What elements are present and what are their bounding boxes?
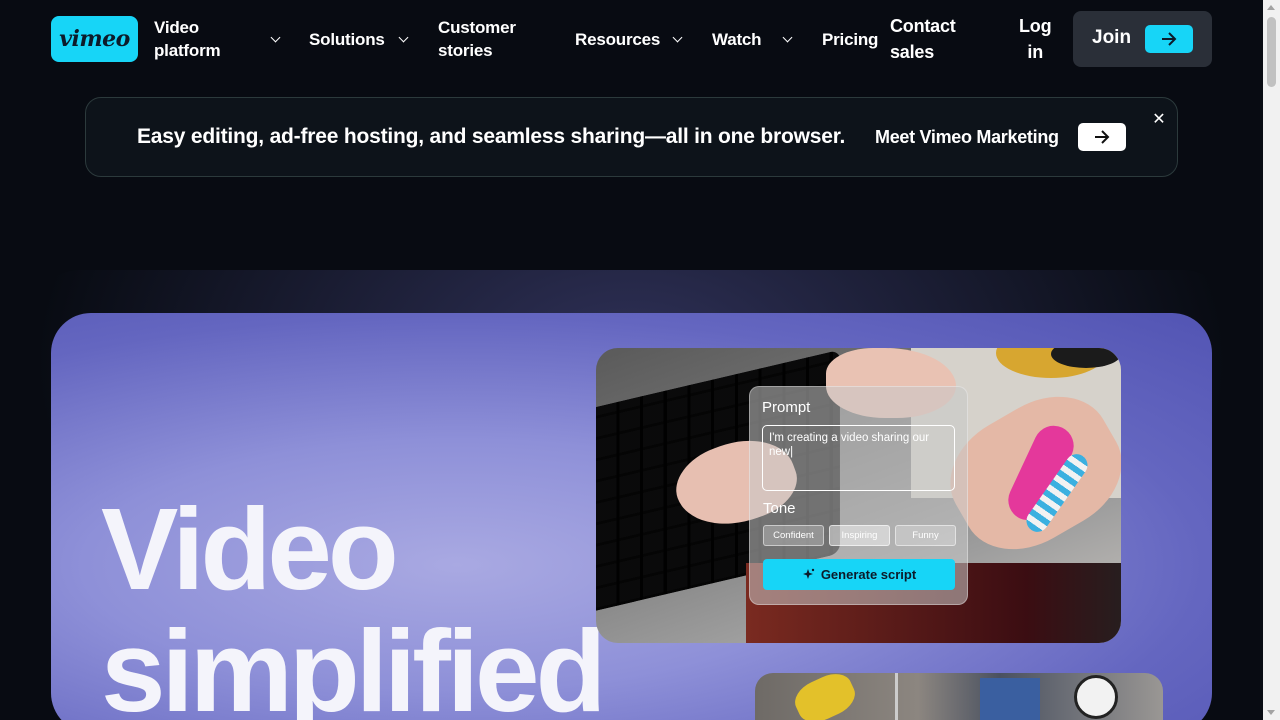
prompt-card: Prompt I'm creating a video sharing our … bbox=[749, 386, 968, 605]
banner-message: Easy editing, ad-free hosting, and seaml… bbox=[137, 125, 846, 148]
wire-rack bbox=[895, 673, 898, 720]
nav-watch[interactable]: Watch bbox=[712, 14, 762, 64]
nav-pricing-label: Pricing bbox=[822, 29, 879, 49]
hero-title-line1: Video bbox=[101, 484, 399, 614]
chevron-down-icon[interactable] bbox=[782, 32, 793, 43]
wall-clock bbox=[1074, 675, 1118, 719]
hero-section: Video simplified Prompt I'm creating a v… bbox=[51, 313, 1212, 720]
nav-contact-sales[interactable]: Contact sales bbox=[890, 14, 956, 64]
chevron-down-icon[interactable] bbox=[270, 32, 281, 43]
hero-photo-keyboard: Prompt I'm creating a video sharing our … bbox=[596, 348, 1121, 643]
nav-login[interactable]: Log in bbox=[1019, 14, 1052, 64]
nav-login-label: Log in bbox=[1019, 16, 1052, 62]
prompt-input[interactable]: I'm creating a video sharing our new| bbox=[762, 425, 955, 491]
nav-video-platform[interactable]: Video platform bbox=[154, 14, 221, 64]
generate-script-button[interactable]: Generate script bbox=[763, 559, 955, 590]
scroll-down-icon[interactable] bbox=[1267, 710, 1275, 715]
nav-pricing[interactable]: Pricing bbox=[822, 14, 878, 64]
generate-script-label: Generate script bbox=[820, 567, 917, 582]
prompt-title: Prompt bbox=[762, 399, 811, 416]
scrollbar-thumb[interactable] bbox=[1267, 17, 1276, 87]
nav-customer-stories[interactable]: Customer stories bbox=[438, 14, 516, 64]
vimeo-logo[interactable]: vimeo bbox=[51, 16, 138, 62]
chevron-down-icon[interactable] bbox=[672, 32, 683, 43]
promo-banner: Easy editing, ad-free hosting, and seaml… bbox=[85, 97, 1178, 177]
chevron-down-icon[interactable] bbox=[398, 32, 409, 43]
poster bbox=[980, 678, 1040, 720]
sparkle-icon bbox=[802, 568, 815, 579]
scroll-up-icon[interactable] bbox=[1267, 5, 1275, 10]
nav-watch-label: Watch bbox=[712, 29, 762, 49]
join-label: Join bbox=[1092, 27, 1132, 48]
site-header: vimeo Video platform Solutions Customer … bbox=[0, 0, 1263, 78]
tone-chip-funny[interactable]: Funny bbox=[895, 525, 956, 546]
tone-chip-confident[interactable]: Confident bbox=[763, 525, 824, 546]
nav-solutions-label: Solutions bbox=[309, 29, 385, 49]
hero-title-line2: simplified bbox=[101, 606, 606, 720]
nav-solutions[interactable]: Solutions bbox=[309, 14, 385, 64]
nav-resources-label: Resources bbox=[575, 29, 661, 49]
yellow-item bbox=[789, 673, 861, 720]
join-button[interactable]: Join bbox=[1073, 11, 1212, 67]
close-icon[interactable]: ✕ bbox=[1150, 111, 1168, 129]
nav-video-platform-label: Video platform bbox=[154, 18, 221, 60]
arrow-right-icon bbox=[1145, 25, 1193, 53]
hero-photo-studio bbox=[755, 673, 1163, 720]
nav-contact-sales-label: Contact sales bbox=[890, 16, 956, 62]
tone-label: Tone bbox=[763, 500, 796, 517]
tone-chip-inspiring[interactable]: Inspiring bbox=[829, 525, 890, 546]
hero-title: Video simplified bbox=[101, 484, 606, 720]
nav-resources[interactable]: Resources bbox=[575, 14, 660, 64]
nav-customer-stories-label: Customer stories bbox=[438, 18, 516, 60]
logo-text: vimeo bbox=[59, 26, 130, 52]
banner-cta-link[interactable]: Meet Vimeo Marketing bbox=[875, 127, 1059, 148]
arrow-right-icon[interactable] bbox=[1078, 123, 1126, 151]
page-scrollbar[interactable] bbox=[1263, 0, 1280, 720]
